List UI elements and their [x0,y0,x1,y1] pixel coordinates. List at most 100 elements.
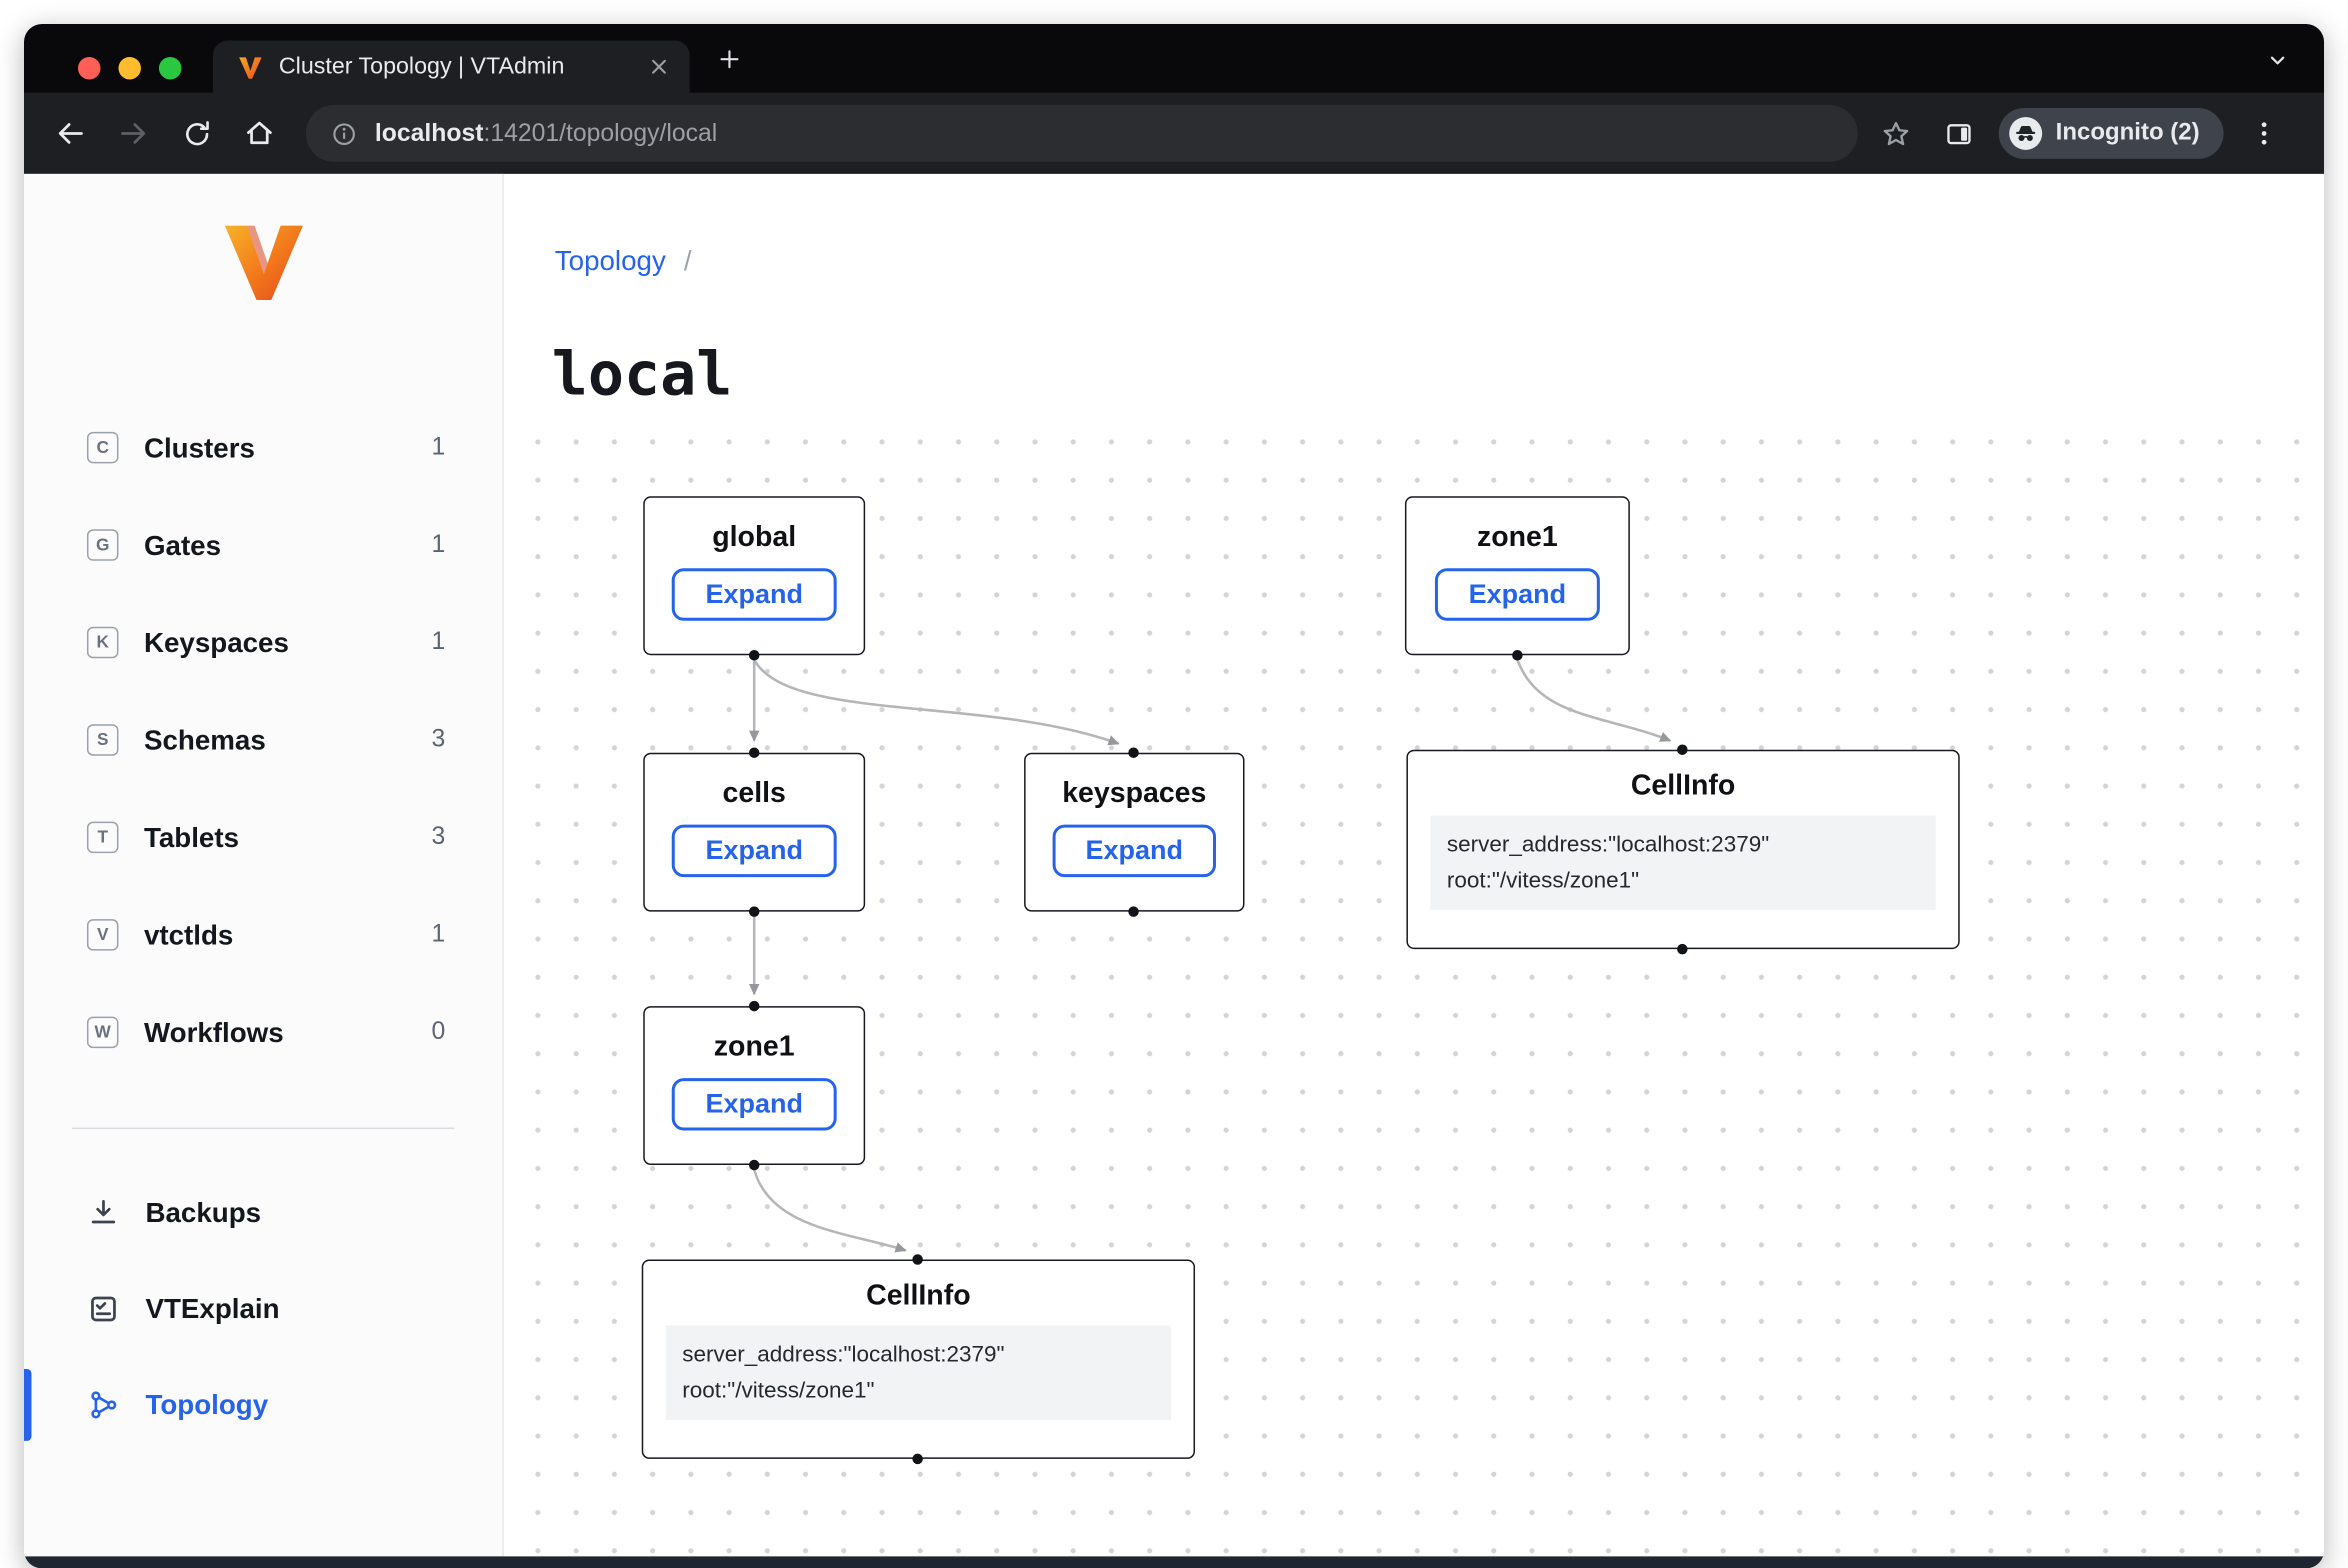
gates-letter-icon: G [87,529,118,560]
node-zone1-mid: zone1 Expand [643,1006,865,1165]
sidebar-item-tablets[interactable]: T Tablets 3 [24,789,502,886]
sidebar-item-vtctlds[interactable]: V vtctlds 1 [24,886,502,983]
browser-tab[interactable]: Cluster Topology | VTAdmin [213,40,690,92]
window-close-button[interactable] [78,56,100,78]
port-keyspaces-top [1128,747,1138,757]
sidebar-item-topology[interactable]: Topology [24,1357,502,1453]
screen: Cluster Topology | VTAdmin [0,0,2348,1568]
close-tab-icon[interactable] [646,54,671,79]
sidebar-item-count: 1 [432,531,446,559]
forward-icon[interactable] [102,117,165,150]
back-icon[interactable] [39,117,102,150]
browser-window: Cluster Topology | VTAdmin [24,24,2324,1568]
node-cellinfo-bottom: CellInfo server_address:"localhost:2379"… [642,1259,1195,1458]
node-title: zone1 [1406,522,1628,555]
sidebar-item-label: Tablets [144,821,432,854]
port-cells-bottom [749,906,759,916]
browser-menu-icon[interactable] [2233,118,2296,148]
schemas-letter-icon: S [87,724,118,755]
node-keyspaces: keyspaces Expand [1024,753,1244,912]
sidebar-item-count: 1 [432,433,446,461]
node-title: cells [645,778,864,811]
tab-strip: Cluster Topology | VTAdmin [24,24,2324,93]
new-tab-button[interactable] [717,46,742,71]
node-title: zone1 [645,1032,864,1065]
sidebar-nav-secondary: Backups VTExplain Topology [24,1165,502,1453]
breadcrumb-topology-link[interactable]: Topology [555,244,666,275]
port-cells-top [749,747,759,757]
url-text: localhost:14201/topology/local [375,119,717,147]
vitess-favicon-icon [237,53,264,80]
incognito-icon [2008,115,2044,151]
expand-button-global[interactable]: Expand [672,568,835,620]
sidebar-divider [72,1128,454,1129]
page-content: C Clusters 1 G Gates 1 K Keyspaces 1 [24,174,2324,1556]
node-cellinfo-right: CellInfo server_address:"localhost:2379"… [1406,750,1959,949]
port-cellinfo-bottom-top [912,1254,922,1264]
sidebar-item-count: 3 [432,823,446,851]
backups-icon [87,1197,120,1230]
sidebar-item-schemas[interactable]: S Schemas 3 [24,691,502,788]
window-minimize-button[interactable] [118,56,140,78]
side-panel-icon[interactable] [1927,118,1990,149]
sidebar-item-gates[interactable]: G Gates 1 [24,496,502,593]
topology-icon [87,1388,120,1421]
sidebar-item-workflows[interactable]: W Workflows 0 [24,984,502,1081]
sidebar-item-count: 0 [432,1018,446,1046]
tab-search-chevron-icon[interactable] [2264,46,2291,73]
expand-button-zone1-top[interactable]: Expand [1436,568,1599,620]
incognito-badge[interactable]: Incognito (2) [1999,108,2224,159]
topology-canvas[interactable]: global Expand zone1 Expand cells Expand … [504,414,2324,1557]
sidebar-item-vtexplain[interactable]: VTExplain [24,1261,502,1357]
port-zone1-mid-bottom [749,1160,759,1170]
sidebar-item-label: Schemas [144,723,432,756]
window-bottom-edge [24,1556,2324,1568]
sidebar-item-clusters[interactable]: C Clusters 1 [24,399,502,496]
clusters-letter-icon: C [87,432,118,463]
page-title: local [552,340,733,409]
node-global: global Expand [643,496,865,655]
sidebar-item-label: Topology [145,1388,445,1421]
node-zone1-top: zone1 Expand [1405,496,1630,655]
expand-button-zone1-mid[interactable]: Expand [672,1078,835,1130]
port-cellinfo-right-bottom [1677,944,1687,954]
address-bar[interactable]: localhost:14201/topology/local [306,105,1858,162]
tab-title: Cluster Topology | VTAdmin [279,53,646,80]
sidebar-item-count: 3 [432,726,446,754]
site-info-icon[interactable] [330,119,358,147]
bookmark-star-icon[interactable] [1864,118,1927,149]
sidebar: C Clusters 1 G Gates 1 K Keyspaces 1 [24,174,504,1556]
node-cells: cells Expand [643,753,865,912]
sidebar-item-label: Keyspaces [144,626,432,659]
sidebar-item-count: 1 [432,628,446,656]
port-zone1-mid-top [749,1001,759,1011]
sidebar-item-label: vtctlds [144,918,432,951]
reload-icon[interactable] [165,118,228,149]
port-cellinfo-right-top [1677,744,1687,754]
workflows-letter-icon: W [87,1017,118,1048]
port-cellinfo-bottom-bottom [912,1454,922,1464]
vtexplain-icon [87,1292,120,1325]
cellinfo-code: server_address:"localhost:2379" root:"/v… [1430,816,1935,910]
sidebar-item-keyspaces[interactable]: K Keyspaces 1 [24,594,502,691]
incognito-label: Incognito (2) [2056,120,2200,147]
sidebar-item-backups[interactable]: Backups [24,1165,502,1261]
window-zoom-button[interactable] [159,56,181,78]
tablets-letter-icon: T [87,822,118,853]
keyspaces-letter-icon: K [87,627,118,658]
sidebar-item-label: VTExplain [145,1292,445,1325]
home-icon[interactable] [228,117,291,150]
breadcrumb-separator: / [684,244,692,275]
sidebar-item-label: Backups [145,1197,445,1230]
node-title: CellInfo [1408,771,1958,804]
sidebar-item-label: Clusters [144,431,432,464]
vitess-logo-icon[interactable] [217,214,310,307]
cellinfo-code: server_address:"localhost:2379" root:"/v… [666,1325,1171,1419]
sidebar-item-label: Workflows [144,1016,432,1049]
port-keyspaces-bottom [1128,906,1138,916]
node-title: CellInfo [643,1280,1193,1313]
expand-button-keyspaces[interactable]: Expand [1053,825,1216,877]
sidebar-nav-primary: C Clusters 1 G Gates 1 K Keyspaces 1 [24,399,502,1081]
vtctlds-letter-icon: V [87,919,118,950]
expand-button-cells[interactable]: Expand [672,825,835,877]
